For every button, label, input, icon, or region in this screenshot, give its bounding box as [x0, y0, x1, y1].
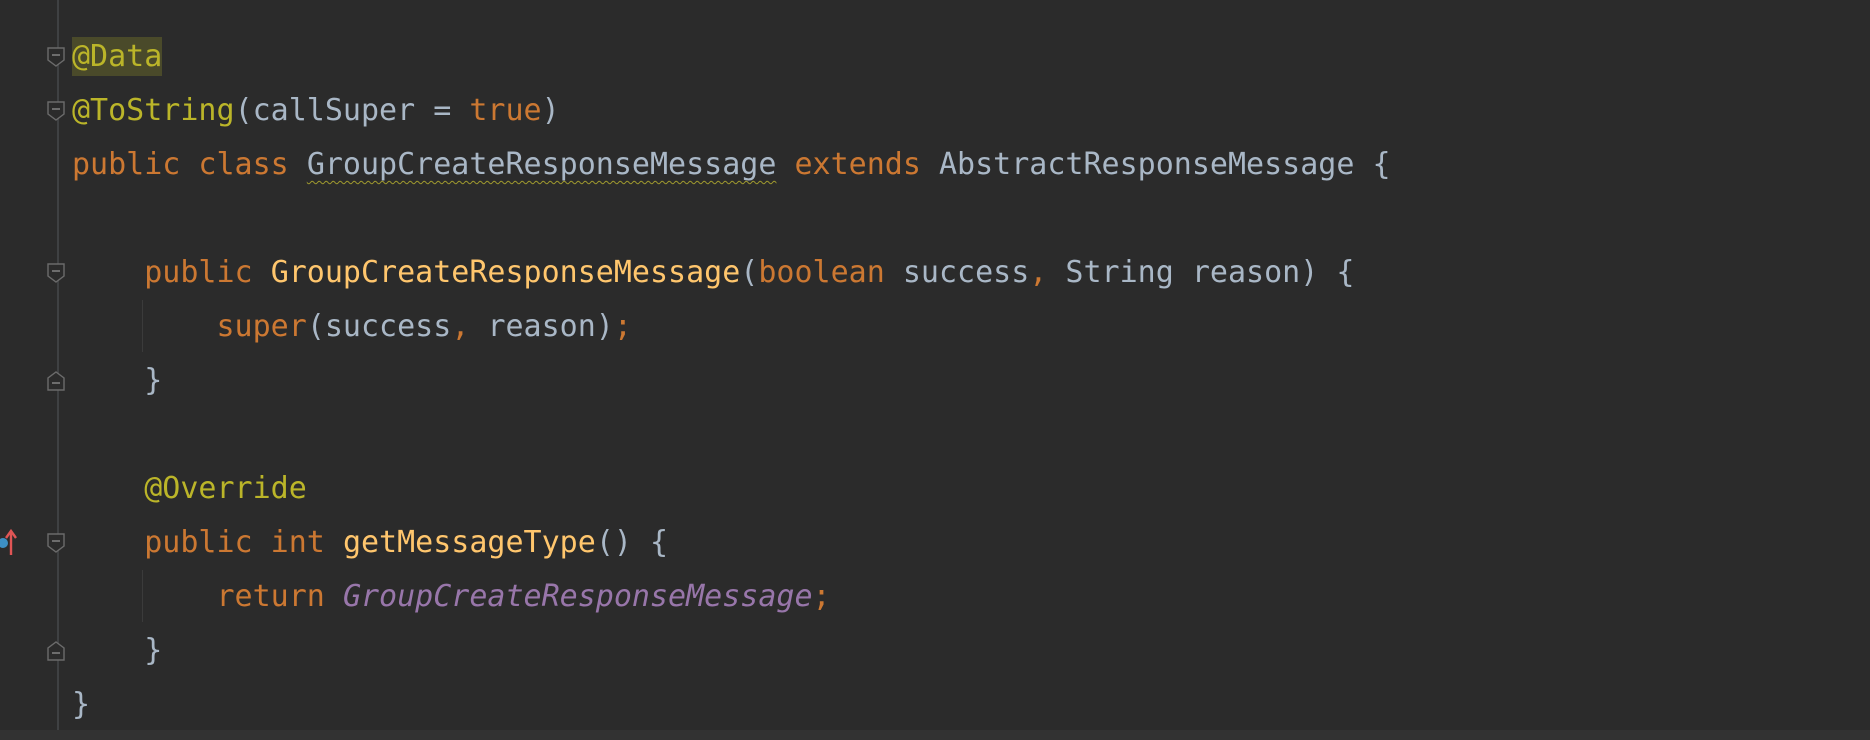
code-token: ,: [451, 309, 488, 344]
code-line[interactable]: return GroupCreateResponseMessage;: [72, 570, 1391, 624]
code-token: true: [469, 93, 542, 128]
code-token: GroupCreateResponseMessage: [306, 147, 777, 182]
code-token: GroupCreateResponseMessage: [342, 579, 813, 614]
code-token: GroupCreateResponseMessage: [270, 255, 741, 290]
code-token: return: [72, 579, 343, 614]
code-token: AbstractResponseMessage {: [938, 147, 1391, 182]
code-token: ;: [812, 579, 831, 614]
code-line[interactable]: super(success, reason);: [72, 300, 1391, 354]
code-line[interactable]: public GroupCreateResponseMessage(boolea…: [72, 246, 1391, 300]
code-token: public int: [72, 525, 343, 560]
code-token: extends: [776, 147, 939, 182]
code-line[interactable]: @Data: [72, 30, 1391, 84]
code-token: (success: [306, 309, 452, 344]
code-token: (: [740, 255, 759, 290]
code-line[interactable]: [72, 192, 1391, 246]
override-method-icon[interactable]: [0, 527, 18, 559]
code-token: @Override: [72, 471, 307, 506]
code-line[interactable]: }: [72, 354, 1391, 408]
code-token: @ToString: [72, 93, 235, 128]
code-line[interactable]: }: [72, 624, 1391, 678]
code-token: public: [72, 255, 271, 290]
code-token: }: [72, 363, 163, 398]
code-token: boolean: [758, 255, 903, 290]
code-token: success: [902, 255, 1030, 290]
code-token: reason): [487, 309, 614, 344]
code-token: public class: [72, 147, 307, 182]
fold-marker-icon[interactable]: [46, 46, 66, 68]
code-area[interactable]: @Data @ToString(callSuper = true) public c…: [72, 30, 1391, 732]
code-line[interactable]: public int getMessageType() {: [72, 516, 1391, 570]
fold-marker-icon[interactable]: [46, 262, 66, 284]
code-token: () {: [595, 525, 669, 560]
code-line[interactable]: @Override: [72, 462, 1391, 516]
code-token: String reason) {: [1065, 255, 1355, 290]
code-line[interactable]: [72, 408, 1391, 462]
fold-marker-icon[interactable]: [46, 100, 66, 122]
code-token: @Data: [72, 37, 163, 76]
editor-bottom-strip: [0, 730, 1870, 740]
code-editor[interactable]: @Data @ToString(callSuper = true) public c…: [0, 0, 1870, 740]
code-token: ,: [1029, 255, 1066, 290]
code-token: }: [72, 687, 91, 722]
code-line[interactable]: @ToString(callSuper = true): [72, 84, 1391, 138]
fold-marker-icon[interactable]: [46, 370, 66, 392]
code-token: }: [72, 633, 163, 668]
code-token: ): [541, 93, 560, 128]
code-line[interactable]: public class GroupCreateResponseMessage …: [72, 138, 1391, 192]
fold-marker-icon[interactable]: [46, 532, 66, 554]
code-token: (callSuper =: [234, 93, 470, 128]
code-token: getMessageType: [342, 525, 596, 560]
code-line[interactable]: }: [72, 678, 1391, 732]
code-token: ;: [613, 309, 632, 344]
code-token: super: [72, 309, 307, 344]
fold-marker-icon[interactable]: [46, 640, 66, 662]
